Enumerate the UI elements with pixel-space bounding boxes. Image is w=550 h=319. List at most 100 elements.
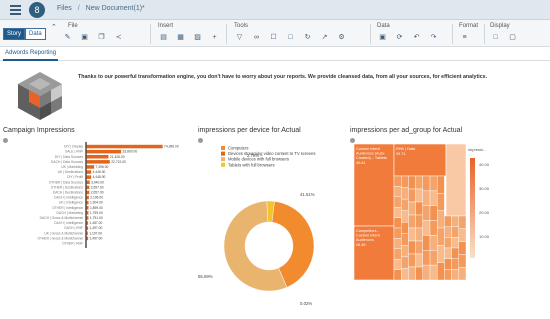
treemap-tile[interactable] [401, 222, 409, 234]
comment-icon[interactable]: □ [285, 33, 296, 42]
treemap-tile[interactable] [458, 215, 467, 230]
bar[interactable] [86, 200, 89, 205]
treemap-tile[interactable] [451, 258, 459, 270]
treemap-tile[interactable] [429, 264, 438, 281]
treemap-tile[interactable] [458, 228, 467, 242]
treemap-tile[interactable] [436, 262, 445, 281]
link-icon[interactable]: ∞ [251, 33, 262, 42]
treemap-tile[interactable] [408, 227, 416, 242]
settings-icon[interactable]: ⚙ [336, 33, 347, 42]
export-icon[interactable]: ↗ [319, 33, 330, 42]
treemap-tile[interactable] [393, 175, 402, 187]
save-icon[interactable]: ▣ [79, 33, 90, 42]
treemap-tile[interactable] [415, 253, 423, 268]
bar[interactable] [86, 180, 90, 185]
data-source-icon[interactable]: ▣ [377, 33, 388, 42]
bookmark-icon[interactable]: ☐ [268, 33, 279, 42]
treemap-tile[interactable] [422, 264, 431, 281]
bar[interactable] [86, 226, 89, 230]
treemap-tile[interactable] [393, 217, 402, 229]
bar[interactable] [86, 144, 163, 149]
treemap-tile[interactable] [436, 175, 445, 194]
treemap-tile[interactable] [401, 245, 409, 258]
fullscreen-icon[interactable]: ▢ [507, 33, 518, 42]
treemap-tile[interactable] [436, 227, 445, 246]
treemap-tile[interactable] [436, 210, 445, 229]
bar[interactable] [86, 231, 88, 236]
refresh-data-icon[interactable]: ⟳ [394, 33, 405, 42]
bar[interactable] [86, 185, 90, 190]
collapse-toolbar-icon[interactable]: ⌃ [51, 23, 57, 31]
treemap-tile[interactable] [401, 233, 409, 246]
treemap-tile[interactable] [393, 269, 402, 281]
treemap-tile[interactable] [458, 254, 467, 268]
undo-icon[interactable]: ↶ [411, 33, 422, 42]
treemap-tile[interactable] [451, 237, 459, 249]
treemap-tile[interactable] [444, 237, 452, 249]
treemap-tile[interactable] [408, 175, 416, 190]
bar[interactable] [86, 221, 89, 225]
data-mode-button[interactable]: Data [25, 28, 46, 40]
treemap-tile[interactable] [408, 214, 416, 229]
treemap-tile[interactable] [429, 190, 438, 206]
bar[interactable] [86, 190, 90, 195]
treemap-tile[interactable] [422, 220, 431, 236]
treemap-tile[interactable] [451, 215, 459, 227]
treemap-tile[interactable] [436, 193, 445, 211]
treemap-tile[interactable] [393, 258, 402, 270]
comments-display-icon[interactable]: □ [490, 33, 501, 42]
treemap-tile[interactable] [393, 186, 402, 198]
treemap-tile[interactable] [444, 269, 452, 281]
treemap-tile[interactable] [393, 196, 402, 208]
treemap-tile[interactable] [429, 250, 438, 266]
treemap-tile[interactable] [401, 268, 409, 281]
refresh-icon[interactable]: ↻ [302, 33, 313, 42]
treemap-tile[interactable] [415, 214, 423, 229]
treemap-tile[interactable] [458, 241, 467, 255]
bar[interactable] [86, 195, 89, 200]
treemap-tile[interactable] [451, 247, 459, 259]
treemap-tile[interactable] [444, 258, 452, 270]
treemap-tile[interactable] [422, 235, 431, 251]
story-mode-button[interactable]: Story [3, 28, 26, 40]
bar[interactable] [86, 175, 92, 179]
treemap-tile[interactable] [415, 240, 423, 255]
edit-icon[interactable]: ✎ [62, 33, 73, 42]
treemap-tile[interactable] [393, 206, 402, 218]
filter-icon[interactable]: ▽ [234, 33, 245, 42]
breadcrumb-files[interactable]: Files [57, 5, 72, 12]
treemap-tile[interactable] [408, 188, 416, 203]
treemap-tile[interactable] [408, 253, 416, 268]
bar[interactable] [86, 206, 89, 210]
treemap-tile[interactable] [415, 201, 423, 216]
treemap-tile[interactable] [445, 143, 467, 217]
bar[interactable] [86, 160, 110, 164]
treemap-tile[interactable] [401, 210, 409, 223]
bar[interactable] [86, 155, 109, 159]
share-icon[interactable]: ≺ [113, 33, 124, 42]
treemap-tile[interactable] [415, 227, 423, 242]
treemap-tile[interactable] [422, 190, 431, 206]
tab-adwords-reporting[interactable]: Adwords Reporting [3, 48, 59, 61]
treemap-tile[interactable] [451, 269, 459, 281]
treemap-tile[interactable] [415, 266, 423, 281]
treemap-tile[interactable] [401, 198, 409, 211]
treemap-tile[interactable] [408, 201, 416, 216]
bar[interactable] [86, 211, 89, 215]
treemap-tile[interactable] [408, 240, 416, 255]
treemap-tile[interactable] [429, 235, 438, 251]
copy-icon[interactable]: ❐ [96, 33, 107, 42]
treemap-tile[interactable] [401, 187, 409, 200]
table-icon[interactable]: ▦ [175, 33, 186, 42]
format-icon[interactable]: ≡ [459, 33, 470, 42]
bar[interactable] [86, 165, 95, 169]
bar[interactable] [86, 170, 92, 174]
bar[interactable] [86, 216, 89, 220]
bar[interactable] [86, 236, 89, 241]
treemap-tile[interactable] [444, 247, 452, 259]
add-icon[interactable]: + [209, 33, 220, 42]
treemap-tile[interactable] [444, 215, 452, 227]
treemap-tile[interactable] [408, 266, 416, 281]
treemap-tile[interactable] [393, 227, 402, 239]
treemap-tile[interactable] [451, 226, 459, 238]
